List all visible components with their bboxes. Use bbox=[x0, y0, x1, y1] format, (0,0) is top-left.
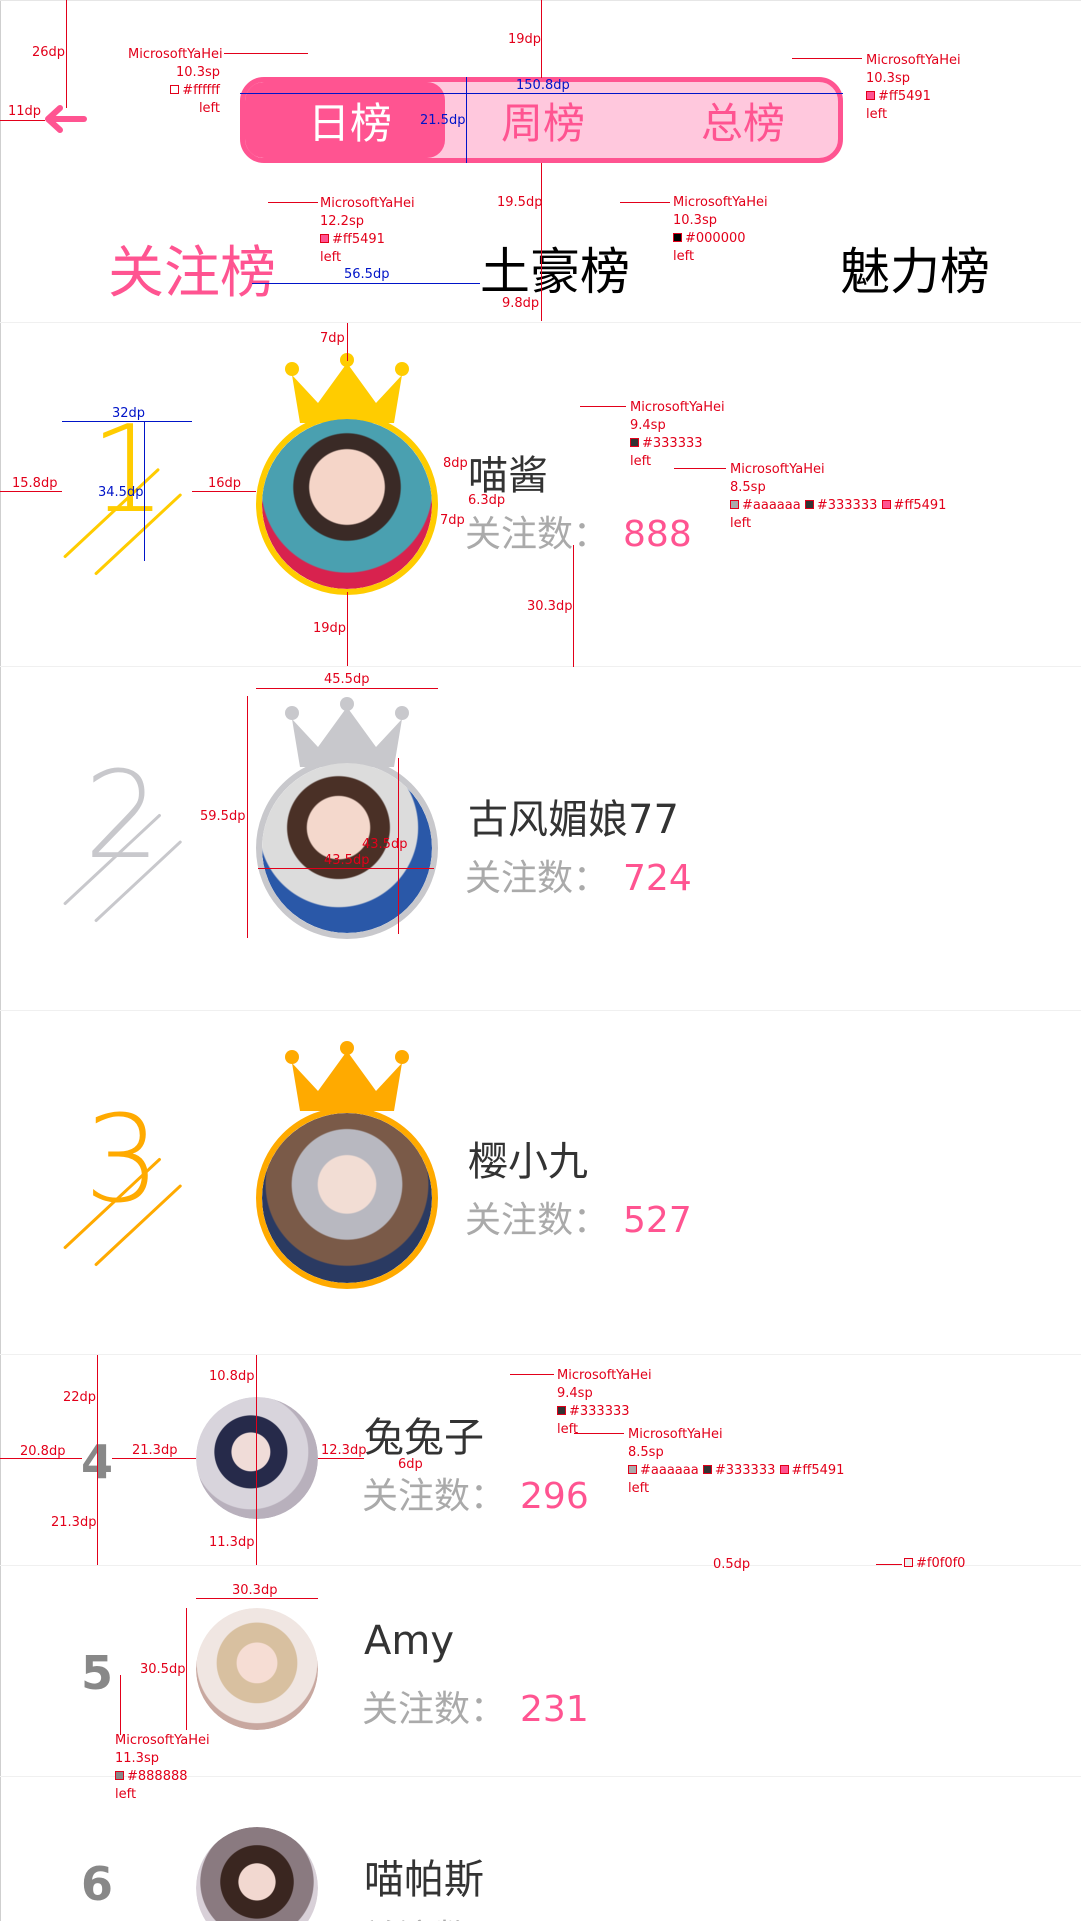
rank-number: 3 bbox=[84, 1091, 161, 1230]
frame-top-border bbox=[0, 0, 1081, 1]
crown-icon bbox=[285, 1041, 409, 1111]
user-name: 喵帕斯 bbox=[364, 1857, 484, 1903]
follow-count: 296 bbox=[520, 1476, 589, 1517]
leader-line bbox=[224, 53, 308, 54]
tab-weekly[interactable]: 周榜 bbox=[443, 82, 643, 158]
spec-block: MicrosoftYaHei 10.3sp #ffffff left bbox=[128, 47, 223, 116]
rank-number: 6 bbox=[80, 1857, 113, 1911]
list-item[interactable]: 1 喵酱 关注数： 888 bbox=[0, 323, 1081, 666]
follow-label: 关注数 bbox=[362, 1476, 471, 1517]
follow-separator: ： bbox=[470, 1476, 507, 1517]
follow-count-line: 关注数： 888 bbox=[465, 505, 692, 557]
avatar[interactable] bbox=[256, 1107, 438, 1289]
follow-count-line: 关注数：153 bbox=[362, 1909, 589, 1921]
leader-line bbox=[792, 58, 862, 59]
tab-daily[interactable]: 日榜 bbox=[250, 82, 450, 158]
tab-charm-board[interactable]: 魅力榜 bbox=[840, 232, 990, 304]
avatar[interactable] bbox=[196, 1397, 318, 1519]
follow-count-line: 关注数： 296 bbox=[362, 1467, 589, 1519]
measure-label: 19.5dp bbox=[497, 195, 543, 210]
list-item[interactable]: 5 Amy 关注数： 231 bbox=[0, 1566, 1081, 1776]
list-item[interactable]: 3 樱小九 关注数： 527 bbox=[0, 1011, 1081, 1354]
follow-count-line: 关注数： 527 bbox=[465, 1191, 692, 1243]
tab-rich-board[interactable]: 土豪榜 bbox=[480, 232, 630, 304]
follow-count: 231 bbox=[520, 1689, 589, 1730]
avatar[interactable] bbox=[256, 757, 438, 939]
spec-block: MicrosoftYaHei 10.3sp #ff5491 left bbox=[866, 53, 961, 122]
follow-count: 888 bbox=[623, 514, 692, 555]
measure-line bbox=[0, 120, 45, 121]
list-item[interactable]: 2 古风媚娘77 关注数： 724 bbox=[0, 667, 1081, 1010]
user-name: 樱小九 bbox=[468, 1139, 588, 1185]
user-name: 兔兔子 bbox=[364, 1415, 484, 1461]
arrow-left-icon[interactable] bbox=[42, 104, 88, 134]
tab-total[interactable]: 总榜 bbox=[643, 82, 838, 158]
measure-label: 19dp bbox=[508, 32, 542, 47]
tab-follow-board[interactable]: 关注榜 bbox=[108, 228, 276, 309]
follow-label: 关注数 bbox=[465, 514, 574, 555]
spec-block: MicrosoftYaHei 12.2sp #ff5491 left bbox=[320, 196, 415, 265]
user-name: 古风媚娘77 bbox=[468, 797, 679, 843]
avatar[interactable] bbox=[196, 1608, 318, 1730]
rank-number: 2 bbox=[84, 747, 161, 886]
follow-count: 724 bbox=[623, 858, 692, 899]
period-tabs: 日榜 周榜 总榜 bbox=[240, 77, 843, 163]
follow-separator: ： bbox=[470, 1689, 507, 1730]
follow-count-line: 关注数： 724 bbox=[465, 849, 692, 901]
follow-separator: ： bbox=[573, 1200, 610, 1241]
measure-line bbox=[252, 283, 480, 284]
user-name: Amy bbox=[364, 1618, 454, 1664]
follow-label: 关注数 bbox=[465, 1200, 574, 1241]
measure-label: 11dp bbox=[8, 104, 42, 119]
follow-separator: ： bbox=[573, 858, 610, 899]
follow-count-line: 关注数： 231 bbox=[362, 1680, 589, 1732]
follow-label: 关注数 bbox=[465, 858, 574, 899]
rank-number: 4 bbox=[80, 1435, 113, 1489]
list-item[interactable]: 4 兔兔子 关注数： 296 bbox=[0, 1355, 1081, 1565]
list-item[interactable]: 6 喵帕斯 关注数：153 bbox=[0, 1777, 1081, 1921]
user-name: 喵酱 bbox=[468, 453, 548, 499]
measure-label: 26dp bbox=[32, 45, 66, 60]
follow-separator: ： bbox=[573, 514, 610, 555]
leader-line bbox=[620, 202, 670, 203]
follow-count: 527 bbox=[623, 1200, 692, 1241]
measure-line bbox=[66, 0, 67, 108]
spec-block: MicrosoftYaHei 10.3sp #000000 left bbox=[673, 195, 768, 264]
leader-line bbox=[268, 202, 318, 203]
rank-number: 5 bbox=[80, 1646, 113, 1700]
measure-line bbox=[541, 0, 542, 78]
follow-label: 关注数 bbox=[362, 1689, 471, 1730]
avatar[interactable] bbox=[196, 1827, 318, 1921]
measure-label: 56.5dp bbox=[344, 267, 390, 282]
avatar[interactable] bbox=[256, 413, 438, 595]
